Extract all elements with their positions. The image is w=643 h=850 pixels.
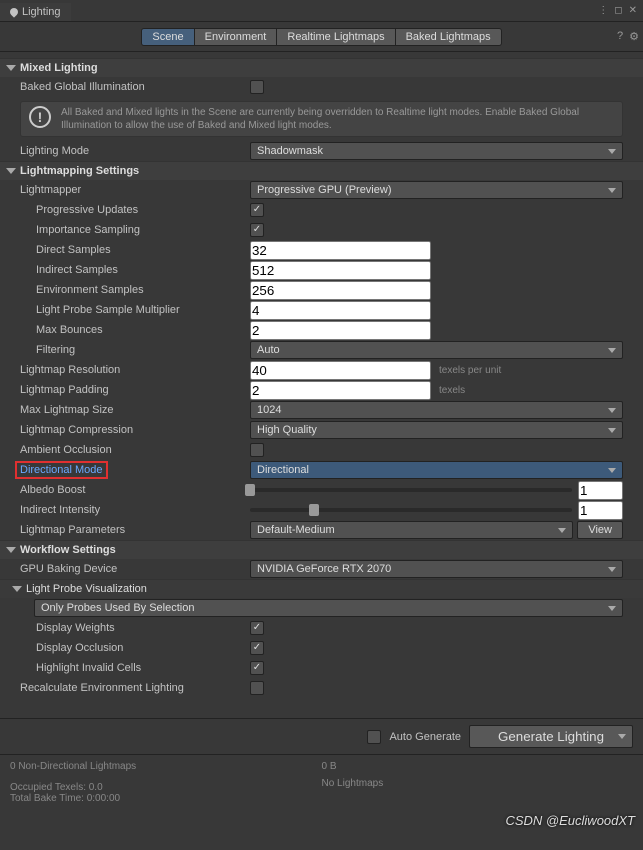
help-icon[interactable]: ? (617, 30, 623, 43)
indirect-value[interactable] (578, 501, 623, 520)
params-dropdown[interactable]: Default-Medium (250, 521, 573, 539)
env-samples-input[interactable] (250, 281, 431, 300)
maxsize-dropdown[interactable]: 1024 (250, 401, 623, 419)
window-title: Lighting (22, 6, 61, 18)
occ-checkbox[interactable] (250, 641, 264, 655)
auto-generate-label: Auto Generate (389, 731, 461, 743)
section-lightmapping[interactable]: Lightmapping Settings (0, 161, 643, 180)
footer: Auto Generate Generate Lighting (0, 718, 643, 754)
albedo-label: Albedo Boost (20, 484, 250, 496)
section-mixed-lighting[interactable]: Mixed Lighting (0, 58, 643, 77)
max-bounces-input[interactable] (250, 321, 431, 340)
recalc-label: Recalculate Environment Lighting (20, 682, 250, 694)
dirmode-label: Directional Mode (20, 464, 250, 476)
menu-icon[interactable]: ⋮ (596, 3, 610, 18)
foldout-icon (12, 586, 22, 592)
generate-lighting-button[interactable]: Generate Lighting (469, 725, 633, 748)
albedo-value[interactable] (578, 481, 623, 500)
invalid-label: Highlight Invalid Cells (36, 662, 250, 674)
env-samples-label: Environment Samples (36, 284, 250, 296)
weights-checkbox[interactable] (250, 621, 264, 635)
maxsize-label: Max Lightmap Size (20, 404, 250, 416)
lightmapper-dropdown[interactable]: Progressive GPU (Preview) (250, 181, 623, 199)
lightmapper-label: Lightmapper (20, 184, 250, 196)
pad-label: Lightmap Padding (20, 384, 250, 396)
status-bake: Total Bake Time: 0:00:00 (10, 793, 322, 804)
direct-samples-input[interactable] (250, 241, 431, 260)
prog-updates-label: Progressive Updates (36, 204, 250, 216)
section-lpv[interactable]: Light Probe Visualization (0, 579, 643, 598)
recalc-checkbox[interactable] (250, 681, 264, 695)
weights-label: Display Weights (36, 622, 250, 634)
direct-samples-label: Direct Samples (36, 244, 250, 256)
section-workflow[interactable]: Workflow Settings (0, 540, 643, 559)
tab-baked[interactable]: Baked Lightmaps (396, 28, 502, 46)
info-box: ! All Baked and Mixed lights in the Scen… (20, 101, 623, 137)
filtering-dropdown[interactable]: Auto (250, 341, 623, 359)
lighting-mode-dropdown[interactable]: Shadowmask (250, 142, 623, 160)
res-input[interactable] (250, 361, 431, 380)
info-text: All Baked and Mixed lights in the Scene … (61, 106, 614, 132)
indirect-label: Indirect Intensity (20, 504, 250, 516)
albedo-slider[interactable] (250, 488, 572, 492)
lp-mult-label: Light Probe Sample Multiplier (36, 304, 250, 316)
prog-updates-checkbox[interactable] (250, 203, 264, 217)
window-tab[interactable]: Lighting (0, 1, 71, 21)
ao-checkbox[interactable] (250, 443, 264, 457)
watermark: CSDN @EucliwoodXT (505, 813, 635, 828)
section-title: Workflow Settings (20, 544, 116, 556)
tab-scene[interactable]: Scene (141, 28, 194, 46)
tab-group: Scene Environment Realtime Lightmaps Bak… (141, 28, 501, 46)
lpv-title: Light Probe Visualization (26, 583, 147, 595)
status-size: 0 B (322, 761, 634, 772)
tab-realtime[interactable]: Realtime Lightmaps (277, 28, 395, 46)
indirect-slider[interactable] (250, 508, 572, 512)
pad-input[interactable] (250, 381, 431, 400)
toolbar-right: ? ⚙ (617, 30, 639, 43)
foldout-icon (6, 547, 16, 553)
indirect-samples-input[interactable] (250, 261, 431, 280)
dirmode-dropdown[interactable]: Directional (250, 461, 623, 479)
window-controls: ⋮ ◻ ✕ (596, 3, 643, 18)
view-button[interactable]: View (577, 521, 623, 539)
res-unit: texels per unit (431, 365, 501, 376)
section-title: Mixed Lighting (20, 62, 98, 74)
foldout-icon (6, 65, 16, 71)
occ-label: Display Occlusion (36, 642, 250, 654)
pad-unit: texels (431, 385, 465, 396)
section-title: Lightmapping Settings (20, 165, 139, 177)
foldout-icon (6, 168, 16, 174)
imp-sampling-checkbox[interactable] (250, 223, 264, 237)
comp-label: Lightmap Compression (20, 424, 250, 436)
settings-icon[interactable]: ⚙ (629, 30, 639, 43)
tab-environment[interactable]: Environment (195, 28, 278, 46)
comp-dropdown[interactable]: High Quality (250, 421, 623, 439)
baked-gi-checkbox[interactable] (250, 80, 264, 94)
toolbar: Scene Environment Realtime Lightmaps Bak… (0, 22, 643, 52)
gpu-dropdown[interactable]: NVIDIA GeForce RTX 2070 (250, 560, 623, 578)
params-label: Lightmap Parameters (20, 524, 250, 536)
gpu-label: GPU Baking Device (20, 563, 250, 575)
status-nolm: No Lightmaps (322, 778, 634, 789)
lighting-mode-label: Lighting Mode (20, 145, 250, 157)
auto-generate-checkbox[interactable] (367, 730, 381, 744)
lpv-mode-dropdown[interactable]: Only Probes Used By Selection (34, 599, 623, 617)
lighting-icon (8, 6, 19, 17)
baked-gi-label: Baked Global Illumination (20, 81, 250, 93)
ao-label: Ambient Occlusion (20, 444, 250, 456)
popout-icon[interactable]: ◻ (612, 3, 624, 18)
max-bounces-label: Max Bounces (36, 324, 250, 336)
close-icon[interactable]: ✕ (627, 3, 639, 18)
res-label: Lightmap Resolution (20, 364, 250, 376)
status-texels: Occupied Texels: 0.0 (10, 782, 322, 793)
lp-mult-input[interactable] (250, 301, 431, 320)
imp-sampling-label: Importance Sampling (36, 224, 250, 236)
status-bar: 0 Non-Directional Lightmaps Occupied Tex… (0, 754, 643, 810)
filtering-label: Filtering (36, 344, 250, 356)
info-icon: ! (29, 106, 51, 128)
invalid-checkbox[interactable] (250, 661, 264, 675)
titlebar: Lighting ⋮ ◻ ✕ (0, 0, 643, 22)
indirect-samples-label: Indirect Samples (36, 264, 250, 276)
status-lm: 0 Non-Directional Lightmaps (10, 761, 322, 772)
